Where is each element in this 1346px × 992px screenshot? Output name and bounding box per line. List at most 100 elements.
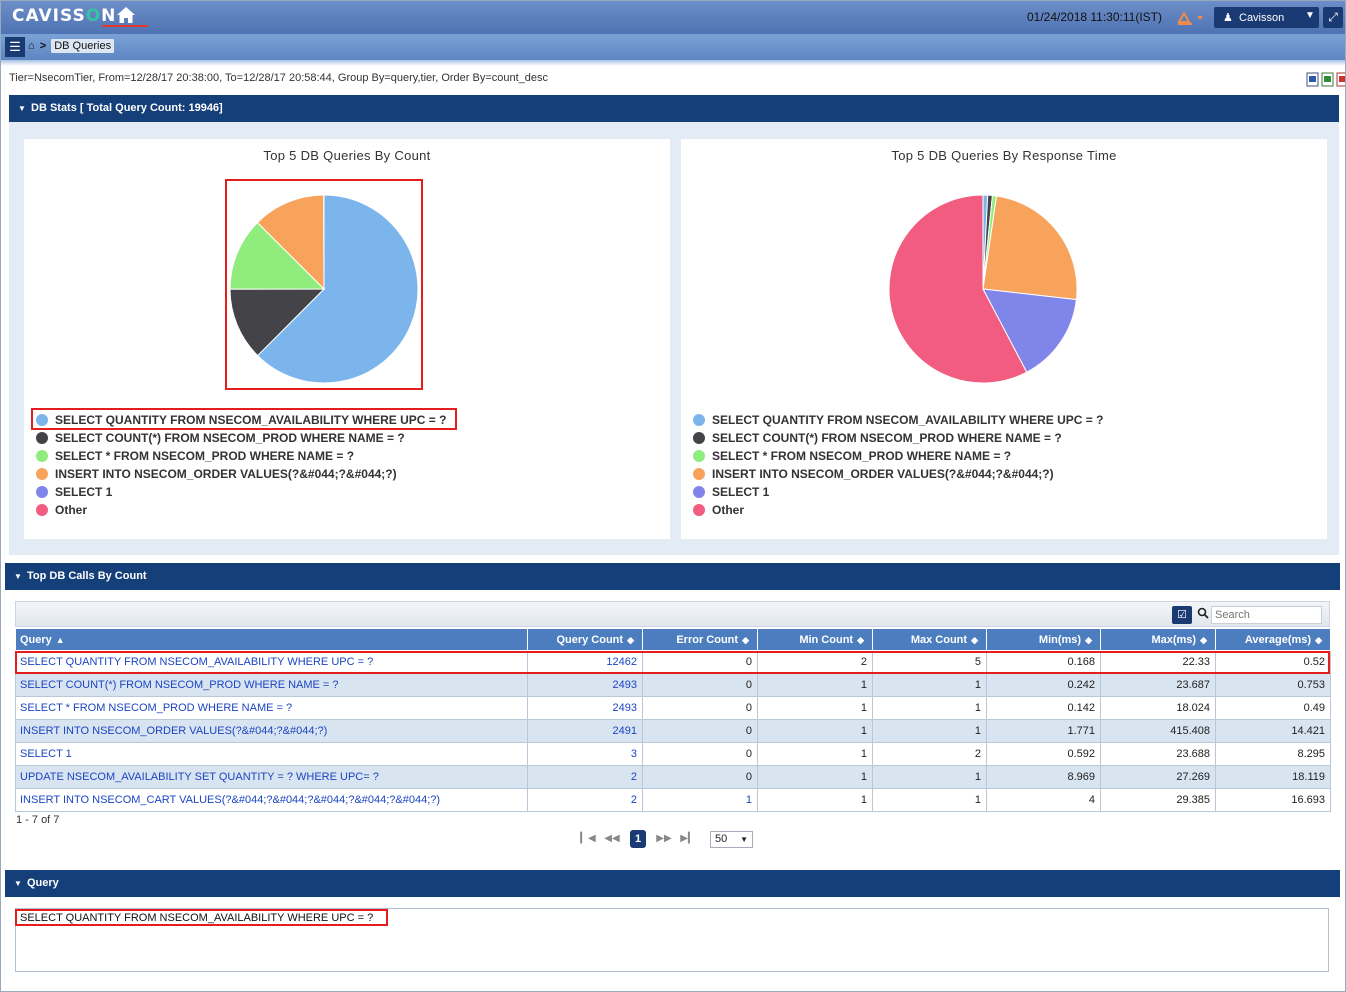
export-excel-icon[interactable] xyxy=(1321,72,1334,87)
query-cell[interactable]: SELECT 1 xyxy=(15,742,528,766)
table-row[interactable]: UPDATE NSECOM_AVAILABILITY SET QUANTITY … xyxy=(15,765,1331,789)
cavisson-logo[interactable]: CAVISSON xyxy=(12,6,116,26)
table-row[interactable]: INSERT INTO NSECOM_ORDER VALUES(?&#044;?… xyxy=(15,719,1331,743)
col-header-min-count[interactable]: Min Count ◆ xyxy=(757,628,873,651)
legend-dot-icon xyxy=(36,468,48,480)
table-cell: 14.421 xyxy=(1215,719,1331,743)
db-stats-title: DB Stats [ Total Query Count: 19946] xyxy=(31,102,223,114)
home-icon[interactable] xyxy=(116,6,136,24)
sort-icon: ◆ xyxy=(627,634,634,645)
db-stats-header[interactable]: ▼ DB Stats [ Total Query Count: 19946] xyxy=(9,95,1339,122)
legend-item[interactable]: INSERT INTO NSECOM_ORDER VALUES(?&#044;?… xyxy=(693,465,1103,483)
breadcrumb-bar: ☰ ⌂ > DB Queries xyxy=(0,34,1346,60)
expand-icon[interactable]: ⤢ xyxy=(1323,7,1343,28)
legend-dot-icon xyxy=(36,504,48,516)
export-icons xyxy=(1306,72,1346,87)
table-cell: 16.693 xyxy=(1215,788,1331,812)
export-word-icon[interactable] xyxy=(1306,72,1319,87)
table-cell: 0 xyxy=(642,696,758,720)
table-cell: 8.969 xyxy=(986,765,1101,789)
hamburger-menu-icon[interactable]: ☰ xyxy=(5,37,25,57)
page-size-select[interactable]: 50 ▼ xyxy=(710,831,753,848)
legend-item[interactable]: Other xyxy=(693,501,1103,519)
prev-page-icon[interactable]: ◀◀ xyxy=(604,830,620,848)
table-cell: 0.49 xyxy=(1215,696,1331,720)
table-cell[interactable]: 2 xyxy=(527,788,643,812)
query-cell[interactable]: INSERT INTO NSECOM_CART VALUES(?&#044;?&… xyxy=(15,788,528,812)
legend-item[interactable]: SELECT * FROM NSECOM_PROD WHERE NAME = ? xyxy=(693,447,1103,465)
table-cell: 0 xyxy=(642,742,758,766)
first-page-icon[interactable]: ▎◀ xyxy=(580,830,596,848)
current-page-button[interactable]: 1 xyxy=(630,830,646,848)
filter-summary: Tier=NsecomTier, From=12/28/17 20:38:00,… xyxy=(9,72,549,84)
table-cell[interactable]: 3 xyxy=(527,742,643,766)
table-cell[interactable]: 2493 xyxy=(527,673,643,697)
pager-info: 1 - 7 of 7 xyxy=(16,814,60,826)
table-row[interactable]: SELECT COUNT(*) FROM NSECOM_PROD WHERE N… xyxy=(15,673,1331,697)
query-cell[interactable]: SELECT COUNT(*) FROM NSECOM_PROD WHERE N… xyxy=(15,673,528,697)
legend-item[interactable]: SELECT COUNT(*) FROM NSECOM_PROD WHERE N… xyxy=(36,429,446,447)
col-header-min-ms[interactable]: Min(ms) ◆ xyxy=(986,628,1101,651)
table-row[interactable]: INSERT INTO NSECOM_CART VALUES(?&#044;?&… xyxy=(15,788,1331,812)
col-header-error-count[interactable]: Error Count ◆ xyxy=(642,628,758,651)
table-cell: 23.688 xyxy=(1100,742,1216,766)
column-select-icon[interactable]: ☑ xyxy=(1172,606,1192,624)
user-menu-button[interactable]: ♟ Cavisson ▼ xyxy=(1214,7,1319,28)
query-cell[interactable]: UPDATE NSECOM_AVAILABILITY SET QUANTITY … xyxy=(15,765,528,789)
table-cell: 1 xyxy=(872,696,987,720)
legend-item[interactable]: SELECT COUNT(*) FROM NSECOM_PROD WHERE N… xyxy=(693,429,1103,447)
highlight-box xyxy=(31,408,457,430)
last-page-icon[interactable]: ▶▎ xyxy=(680,830,696,848)
table-cell: 1 xyxy=(757,696,873,720)
collapse-icon: ▼ xyxy=(18,104,26,113)
table-cell: 1 xyxy=(872,673,987,697)
legend-label: SELECT * FROM NSECOM_PROD WHERE NAME = ? xyxy=(712,449,1012,463)
next-page-icon[interactable]: ▶▶ xyxy=(656,830,672,848)
highlight-box xyxy=(225,179,423,390)
query-cell[interactable]: SELECT * FROM NSECOM_PROD WHERE NAME = ? xyxy=(15,696,528,720)
table-cell: 18.119 xyxy=(1215,765,1331,789)
sort-icon: ▲︎ xyxy=(55,634,65,645)
legend-item[interactable]: SELECT * FROM NSECOM_PROD WHERE NAME = ? xyxy=(36,447,446,465)
table-cell: 0.242 xyxy=(986,673,1101,697)
table-row[interactable]: SELECT 1 3 0 1 2 0.592 23.688 8.295 xyxy=(15,742,1331,766)
table-cell: 4 xyxy=(986,788,1101,812)
table-header-row: Query ▲︎ Query Count ◆ Error Count ◆ Min Co… xyxy=(15,628,1331,651)
legend-label: SELECT COUNT(*) FROM NSECOM_PROD WHERE N… xyxy=(712,431,1062,445)
table-cell: 27.269 xyxy=(1100,765,1216,789)
top-db-calls-header[interactable]: ▼ Top DB Calls By Count xyxy=(5,563,1340,590)
table-cell: 1 xyxy=(757,765,873,789)
breadcrumb-separator: > xyxy=(39,40,47,52)
table-cell[interactable]: 2493 xyxy=(527,696,643,720)
top-header: CAVISSON 01/24/2018 11:30:11(IST) ♟ Cavi… xyxy=(0,0,1346,34)
table-cell: 1.771 xyxy=(986,719,1101,743)
export-pdf-icon[interactable] xyxy=(1336,72,1346,87)
caret-down-icon: ▼ xyxy=(1305,10,1315,21)
response-time-chart-card: Top 5 DB Queries By Response Time SELECT… xyxy=(681,139,1327,539)
col-header-max-ms[interactable]: Max(ms) ◆ xyxy=(1100,628,1216,651)
col-header-query[interactable]: Query ▲︎ xyxy=(15,628,528,651)
table-row[interactable]: SELECT * FROM NSECOM_PROD WHERE NAME = ?… xyxy=(15,696,1331,720)
legend-item[interactable]: INSERT INTO NSECOM_ORDER VALUES(?&#044;?… xyxy=(36,465,446,483)
top-db-calls-title: Top DB Calls By Count xyxy=(27,570,147,582)
breadcrumb-current: DB Queries xyxy=(51,39,115,53)
query-cell[interactable]: INSERT INTO NSECOM_ORDER VALUES(?&#044;?… xyxy=(15,719,528,743)
table-cell[interactable]: 2 xyxy=(527,765,643,789)
legend-item[interactable]: SELECT QUANTITY FROM NSECOM_AVAILABILITY… xyxy=(693,411,1103,429)
query-section-header[interactable]: ▼ Query xyxy=(5,870,1340,897)
table-cell: 0 xyxy=(642,719,758,743)
col-header-average-ms[interactable]: Average(ms) ◆ xyxy=(1215,628,1331,651)
breadcrumb-home-icon[interactable]: ⌂ xyxy=(28,40,35,52)
pie-slice[interactable] xyxy=(982,195,1078,301)
alert-icon[interactable] xyxy=(1176,7,1206,27)
search-input[interactable] xyxy=(1211,606,1322,624)
col-header-max-count[interactable]: Max Count ◆ xyxy=(872,628,987,651)
highlight-box xyxy=(15,651,1330,674)
legend-dot-icon xyxy=(693,468,705,480)
col-header-query-count[interactable]: Query Count ◆ xyxy=(527,628,643,651)
legend-item[interactable]: SELECT 1 xyxy=(36,483,446,501)
legend-label: SELECT QUANTITY FROM NSECOM_AVAILABILITY… xyxy=(712,413,1104,427)
legend-item[interactable]: SELECT 1 xyxy=(693,483,1103,501)
legend-item[interactable]: Other xyxy=(36,501,446,519)
table-cell[interactable]: 2491 xyxy=(527,719,643,743)
